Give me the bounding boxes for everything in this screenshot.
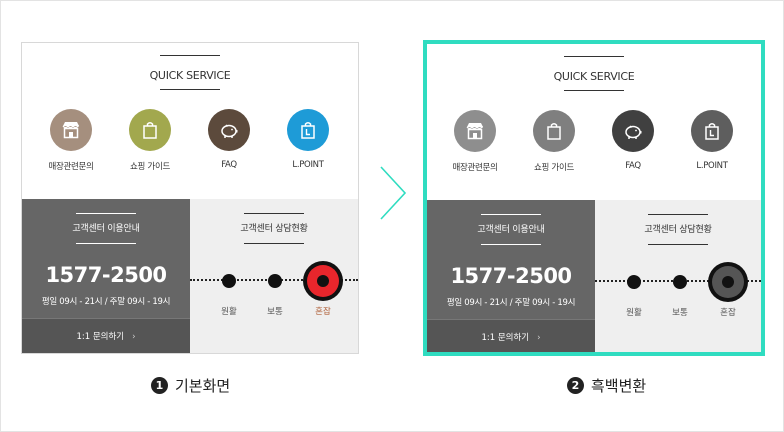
status-node-congested bbox=[303, 261, 343, 301]
consultation-status-title: 고객센터 상담현황 bbox=[240, 224, 308, 234]
piggy-bank-icon bbox=[208, 109, 250, 151]
quick-link-label: 매장관련문의 bbox=[452, 163, 498, 173]
quick-link-store-inquiry[interactable]: 매장관련문의 bbox=[31, 109, 111, 172]
quick-link-faq[interactable]: FAQ bbox=[189, 109, 269, 170]
comparison-canvas: QUICK SERVICE 매장관련문의 쇼핑 가이드 FAQ L.POINT … bbox=[0, 0, 784, 432]
quick-link-lpoint[interactable]: L.POINT bbox=[672, 110, 752, 171]
quick-service-title: QUICK SERVICE bbox=[553, 70, 635, 83]
quick-link-label: 쇼핑 가이드 bbox=[129, 162, 170, 172]
status-label-smooth: 원활 bbox=[626, 308, 642, 318]
store-icon bbox=[454, 110, 496, 152]
caption-number-badge: 2 bbox=[567, 377, 584, 394]
lpoint-bag-icon bbox=[691, 110, 733, 152]
quick-link-shopping-guide[interactable]: 쇼핑 가이드 bbox=[110, 109, 190, 172]
status-node-smooth bbox=[627, 275, 641, 289]
basic-panel: QUICK SERVICE 매장관련문의 쇼핑 가이드 FAQ L.POINT … bbox=[21, 42, 359, 354]
customer-center-box: 고객센터 이용안내 1577-2500 평일 09시 - 21시 / 주말 09… bbox=[427, 200, 595, 352]
inquiry-button-label: 1:1 문의하기 bbox=[481, 333, 530, 343]
quick-link-label: 쇼핑 가이드 bbox=[533, 163, 574, 173]
store-icon bbox=[50, 109, 92, 151]
status-label-congested: 혼잡 bbox=[720, 308, 736, 318]
quick-link-store-inquiry[interactable]: 매장관련문의 bbox=[435, 110, 515, 173]
status-node-normal bbox=[268, 274, 282, 288]
caption-number-badge: 1 bbox=[151, 377, 168, 394]
chevron-right-arrow-icon bbox=[380, 166, 407, 220]
inquiry-button-label: 1:1 문의하기 bbox=[76, 332, 125, 342]
caption-basic: 1 기본화면 bbox=[151, 375, 230, 396]
caption-grayscale: 2 흑백변환 bbox=[567, 375, 646, 396]
customer-center-box: 고객센터 이용안내 1577-2500 평일 09시 - 21시 / 주말 09… bbox=[22, 199, 190, 353]
quick-link-label: 매장관련문의 bbox=[48, 162, 94, 172]
quick-service-heading: QUICK SERVICE bbox=[427, 56, 761, 91]
customer-center-title: 고객센터 이용안내 bbox=[72, 224, 140, 234]
phone-number: 1577-2500 bbox=[450, 264, 572, 288]
shopping-bag-icon bbox=[533, 110, 575, 152]
quick-link-label: FAQ bbox=[625, 161, 641, 171]
lpoint-bag-icon bbox=[287, 109, 329, 151]
quick-link-label: FAQ bbox=[221, 160, 237, 170]
quick-service-heading: QUICK SERVICE bbox=[22, 55, 358, 90]
quick-service-section: QUICK SERVICE 매장관련문의 쇼핑 가이드 FAQ L.POINT bbox=[22, 43, 358, 199]
status-label-normal: 보통 bbox=[267, 307, 283, 317]
quick-link-faq[interactable]: FAQ bbox=[593, 110, 673, 171]
business-hours: 평일 09시 - 21시 / 주말 09시 - 19시 bbox=[41, 297, 171, 307]
consultation-status-box: 고객센터 상담현황 원활 보통 혼잡 bbox=[190, 199, 358, 353]
status-node-smooth bbox=[222, 274, 236, 288]
quick-link-lpoint[interactable]: L.POINT bbox=[268, 109, 348, 170]
quick-link-label: L.POINT bbox=[292, 160, 324, 170]
status-label-normal: 보통 bbox=[672, 308, 688, 318]
chevron-right-icon: › bbox=[132, 332, 136, 342]
consultation-status-title: 고객센터 상담현황 bbox=[644, 225, 712, 235]
shopping-bag-icon bbox=[129, 109, 171, 151]
caption-text: 흑백변환 bbox=[591, 377, 647, 395]
inquiry-button[interactable]: 1:1 문의하기 › bbox=[22, 318, 190, 353]
business-hours: 평일 09시 - 21시 / 주말 09시 - 19시 bbox=[446, 298, 576, 308]
consultation-status-box: 고객센터 상담현황 원활 보통 혼잡 bbox=[595, 200, 761, 352]
quick-service-title: QUICK SERVICE bbox=[149, 69, 231, 82]
piggy-bank-icon bbox=[612, 110, 654, 152]
customer-center-title: 고객센터 이용안내 bbox=[477, 225, 545, 235]
grayscale-panel: QUICK SERVICE 매장관련문의 쇼핑 가이드 FAQ L.POINT … bbox=[423, 40, 765, 356]
chevron-right-icon: › bbox=[537, 333, 541, 343]
status-node-congested bbox=[708, 262, 748, 302]
quick-link-shopping-guide[interactable]: 쇼핑 가이드 bbox=[514, 110, 594, 173]
quick-link-label: L.POINT bbox=[696, 161, 728, 171]
phone-number: 1577-2500 bbox=[45, 263, 167, 287]
status-label-congested: 혼잡 bbox=[315, 307, 331, 317]
quick-service-section: QUICK SERVICE 매장관련문의 쇼핑 가이드 FAQ L.POINT bbox=[427, 44, 761, 200]
status-node-normal bbox=[673, 275, 687, 289]
caption-text: 기본화면 bbox=[175, 377, 231, 395]
status-label-smooth: 원활 bbox=[221, 307, 237, 317]
inquiry-button[interactable]: 1:1 문의하기 › bbox=[427, 319, 595, 352]
